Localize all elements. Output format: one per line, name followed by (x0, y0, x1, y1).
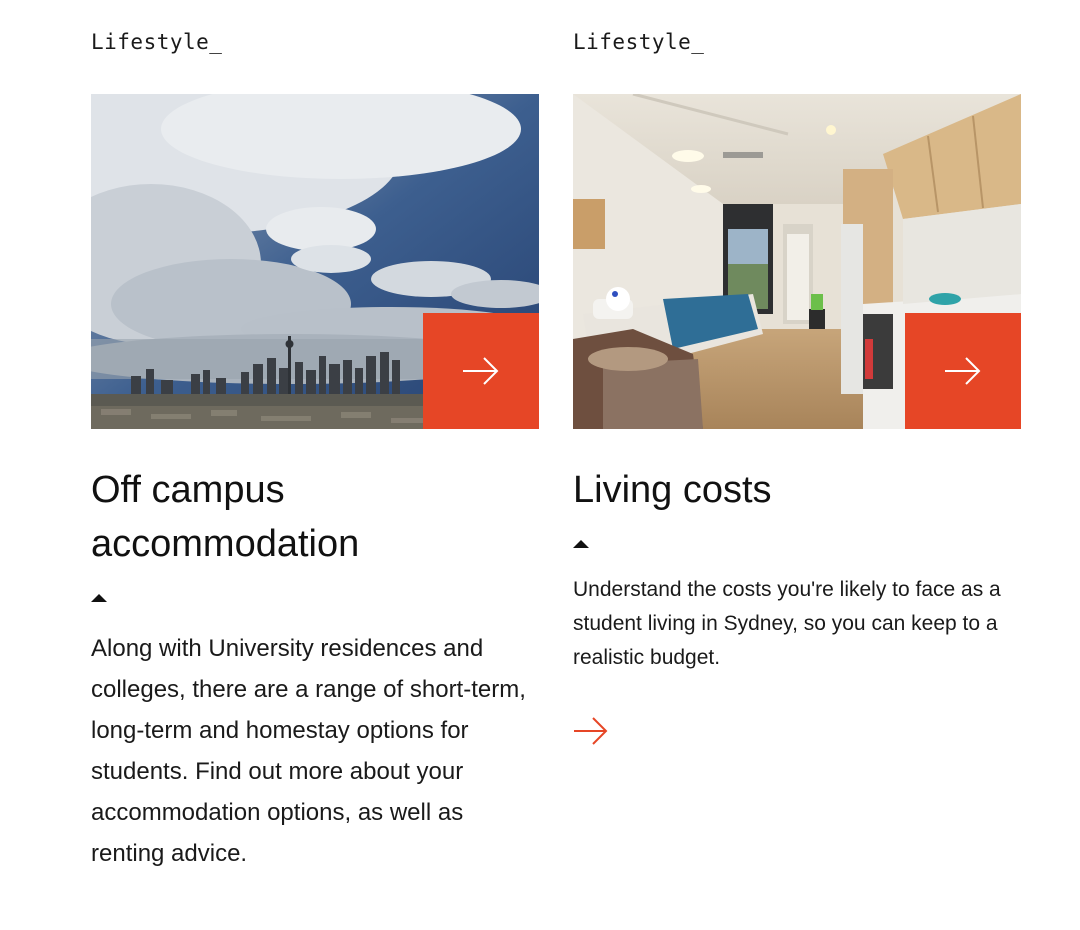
arrow-right-icon (463, 357, 499, 385)
collapse-triangle-icon[interactable] (573, 540, 589, 548)
card-arrow-button[interactable] (423, 313, 539, 429)
collapse-triangle-icon[interactable] (91, 594, 107, 602)
card-description: Along with University residences and col… (91, 635, 526, 867)
card-arrow-button[interactable] (905, 313, 1021, 429)
arrow-right-icon (945, 357, 981, 385)
card-title[interactable]: Living costs (573, 463, 1021, 517)
card-image-link[interactable] (91, 94, 539, 429)
card-title[interactable]: Off campus accommodation (91, 463, 539, 571)
card-description: Understand the costs you're likely to fa… (573, 578, 1001, 669)
card-category-label: Lifestyle_ (573, 30, 705, 54)
read-more-arrow-link[interactable] (573, 716, 609, 751)
card-image-link[interactable] (573, 94, 1021, 429)
card-category-label: Lifestyle_ (91, 30, 223, 54)
arrow-right-icon (574, 717, 608, 745)
